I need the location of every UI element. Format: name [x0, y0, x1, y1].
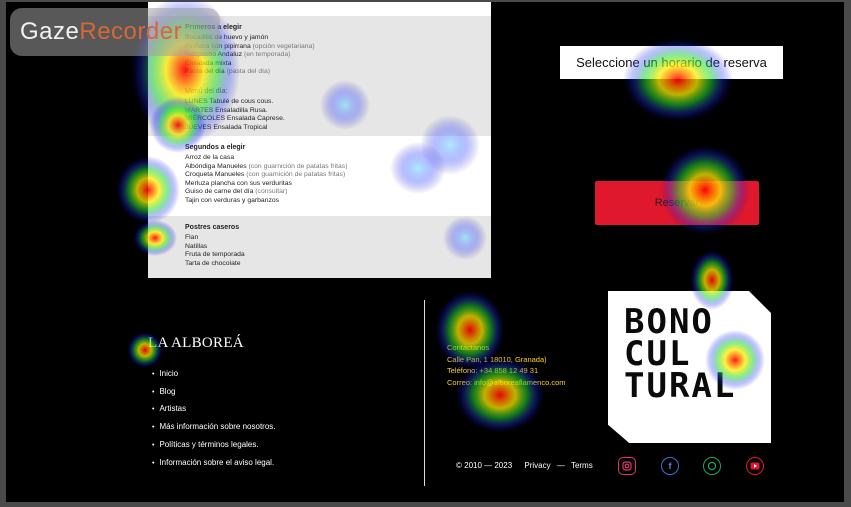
second-course-item-text: Croqueta Manueles: [185, 171, 245, 179]
schedule-select-label: Seleccione un horario de reserva: [576, 55, 767, 70]
menu-of-day-item: JUEVES Ensalada Tropical: [185, 124, 285, 133]
youtube-icon[interactable]: [746, 457, 764, 475]
second-course-item-text: Albóndiga Manueles: [185, 162, 247, 170]
footer-link-policies[interactable]: Políticas y términos legales.: [152, 437, 276, 455]
second-course-item-text: Merluza plancha con sus verduritas: [185, 179, 292, 187]
footer-links: Inicio Blog Artistas Más información sob…: [152, 366, 276, 473]
second-course-item: Guiso de carne del día (consultar): [185, 188, 347, 197]
schedule-select[interactable]: Seleccione un horario de reserva: [560, 46, 783, 79]
second-courses-title: Segundos a elegir: [185, 144, 246, 151]
desserts-title: Postres caseros: [185, 224, 240, 231]
first-course-item-text: Ensalada mixta: [185, 59, 232, 67]
contact-email[interactable]: Correo: info@alboreaflamenco.com: [447, 377, 566, 389]
footer-link-legal[interactable]: Información sobre el aviso legal.: [152, 455, 276, 473]
footer-link-blog[interactable]: Blog: [152, 384, 276, 402]
logo-word-3: TURAL: [624, 366, 737, 406]
watermark-part-2: Recorder: [79, 18, 183, 45]
contact-block: Contáctanos Calle Pan, 1 18010, Granada)…: [447, 342, 566, 389]
menu-of-day-item-text: JUEVES Ensalada Tropical: [185, 123, 268, 131]
second-course-item: Croqueta Manueles (con guarnición de pat…: [185, 171, 347, 180]
second-course-item-text: Guiso de carne del día: [185, 188, 254, 196]
menu-of-day-item-text: LUNES Tabulé de cous cous.: [185, 98, 274, 105]
second-course-item: Arroz de la casa: [185, 154, 347, 163]
footer-link-artists[interactable]: Artistas: [152, 401, 276, 419]
privacy-link[interactable]: Privacy: [524, 461, 550, 470]
facebook-icon[interactable]: f: [661, 457, 679, 475]
whatsapp-icon[interactable]: [703, 457, 721, 475]
menu-of-day-item: MIÉRCOLES Ensalada Caprese.: [185, 115, 285, 124]
desserts-list: Flan Natillas Fruta de temporada Tarta de c…: [185, 234, 245, 268]
contact-address: Calle Pan, 1 18010, Granada): [447, 354, 547, 364]
reserve-button-label: Reservar: [654, 197, 700, 209]
second-course-item: Merluza plancha con sus verduritas: [185, 180, 347, 189]
second-course-item: Tajin con verduras y garbanzos: [185, 197, 347, 206]
menu-of-day-item: LUNES Tabulé de cous cous.: [185, 98, 285, 107]
watermark-part-1: Gaze: [20, 18, 80, 45]
bono-cultural-logo[interactable]: BONO CUL TURAL: [608, 291, 771, 443]
menu-of-day-item-text: MARTES Ensaladilla Rusa.: [185, 106, 268, 114]
first-course-item: Pasta del día (pasta del día): [185, 68, 315, 77]
dessert-item: Flan: [185, 234, 245, 243]
second-course-item-note: (consultar): [253, 188, 288, 196]
first-course-item: Ensalada mixta: [185, 60, 315, 69]
page-frame: Primeros a elegir Bocadillo de huevo y j…: [6, 2, 844, 502]
logo-fold-corner: [749, 291, 771, 313]
first-course-item-note: (pasta del día): [224, 68, 271, 76]
menu-of-day-title: Menú del día:: [185, 88, 228, 95]
menu-of-day-item-text: MIÉRCOLES Ensalada Caprese.: [185, 115, 285, 123]
second-course-item-note: (con guarnición de patatas fritas): [246, 162, 348, 170]
dessert-item: Tarta de chocolate: [185, 260, 245, 269]
copyright-line: © 2010 — 2023 Privacy — Terms: [456, 461, 597, 470]
contact-phone[interactable]: Teléfono: +34 858 12 49 31: [447, 365, 566, 377]
copyright-text: © 2010 — 2023: [456, 461, 513, 470]
second-course-item-note: (con guarnición de patatas fritas): [244, 171, 346, 179]
dessert-item: Natillas: [185, 243, 245, 252]
first-course-item-note: (opción vegetariana): [250, 42, 315, 50]
terms-link[interactable]: Terms: [571, 461, 593, 470]
second-courses-list: Arroz de la casa Albóndiga Manueles (con …: [185, 154, 347, 206]
footer-divider: [424, 300, 425, 486]
second-course-item: Albóndiga Manueles (con guarnición de pa…: [185, 163, 347, 172]
gazerecorder-watermark: Gaze Recorder: [10, 8, 220, 56]
dessert-item: Fruta de temporada: [185, 251, 245, 260]
contact-title: Contáctanos: [447, 343, 490, 352]
dessert-item-text: Tarta de chocolate: [185, 259, 241, 267]
menu-of-day-item: MARTES Ensaladilla Rusa.: [185, 107, 285, 116]
first-course-item-note: (en temporada): [242, 51, 291, 59]
copyright-separator: —: [556, 461, 565, 470]
instagram-icon[interactable]: [618, 457, 636, 475]
first-course-item-text: Pasta del día: [185, 68, 225, 76]
menu-of-day-section: Menú del día: LUNES Tabulé de cous cous.…: [185, 88, 285, 132]
footer-link-home[interactable]: Inicio: [152, 366, 276, 384]
footer-link-about[interactable]: Más información sobre nosotros.: [152, 419, 275, 437]
dessert-item-text: Fruta de temporada: [185, 251, 245, 259]
menu-of-day-list: LUNES Tabulé de cous cous. MARTES Ensalad…: [185, 98, 285, 132]
dessert-item-text: Flan: [185, 234, 199, 241]
second-courses-section: Segundos a elegir Arroz de la casa Albónd…: [185, 144, 347, 206]
second-course-item-text: Arroz de la casa: [185, 154, 235, 161]
reserve-button[interactable]: Reservar: [595, 181, 759, 225]
desserts-section: Postres caseros Flan Natillas Fruta de tem…: [185, 224, 245, 268]
footer-brand[interactable]: LA ALBOREÁ: [148, 335, 244, 352]
second-course-item-text: Tajin con verduras y garbanzos: [185, 196, 280, 204]
dessert-item-text: Natillas: [185, 242, 208, 250]
